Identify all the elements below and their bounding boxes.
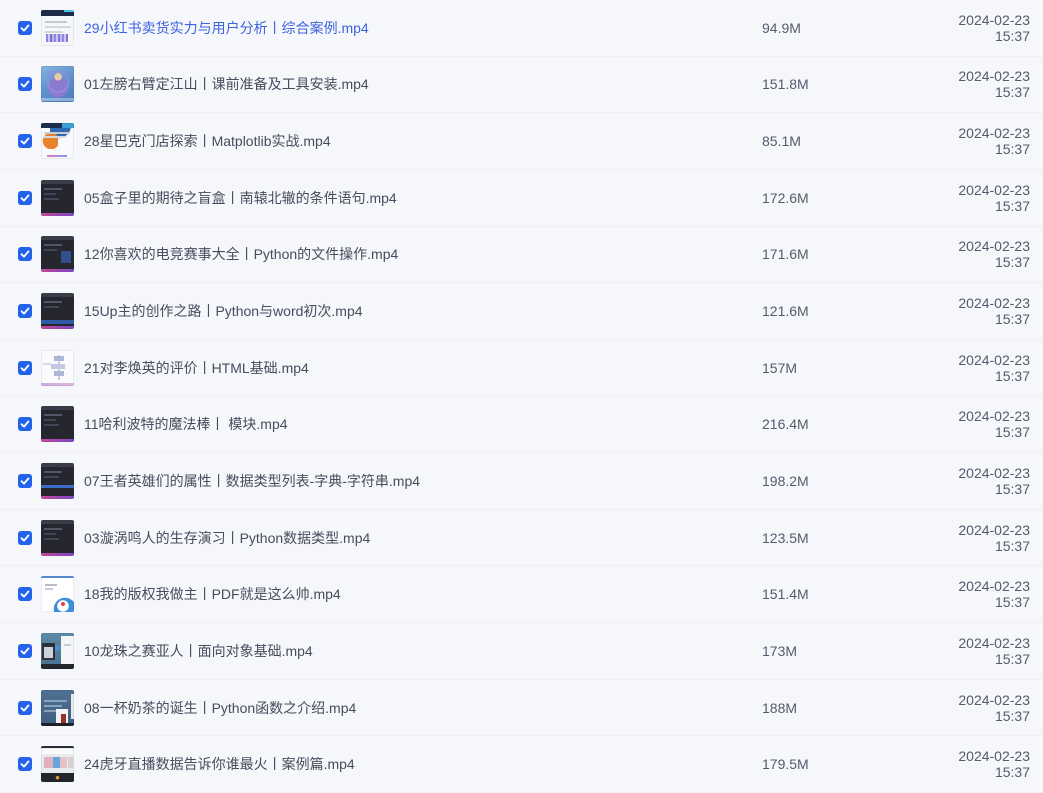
check-icon bbox=[20, 476, 30, 486]
video-thumbnail bbox=[41, 180, 74, 216]
row-checkbox[interactable] bbox=[18, 587, 32, 601]
file-row[interactable]: 15Up主的创作之路丨Python与word初次.mp4 121.6M 2024… bbox=[0, 283, 1043, 340]
row-checkbox[interactable] bbox=[18, 474, 32, 488]
check-icon bbox=[20, 419, 30, 429]
check-icon bbox=[20, 79, 30, 89]
check-icon bbox=[20, 703, 30, 713]
file-row[interactable]: 21对李焕英的评价丨HTML基础.mp4 157M 2024-02-23 15:… bbox=[0, 340, 1043, 397]
row-checkbox[interactable] bbox=[18, 77, 32, 91]
file-size: 188M bbox=[762, 700, 922, 716]
file-row[interactable]: 07王者英雄们的属性丨数据类型列表-字典-字符串.mp4 198.2M 2024… bbox=[0, 453, 1043, 510]
file-size: 157M bbox=[762, 360, 922, 376]
check-icon bbox=[20, 249, 30, 259]
file-name-link[interactable]: 15Up主的创作之路丨Python与word初次.mp4 bbox=[84, 301, 762, 321]
file-name-link[interactable]: 10龙珠之赛亚人丨面向对象基础.mp4 bbox=[84, 641, 762, 661]
row-checkbox[interactable] bbox=[18, 701, 32, 715]
file-date: 2024-02-23 15:37 bbox=[922, 578, 1030, 610]
file-row[interactable]: 18我的版权我做主丨PDF就是这么帅.mp4 151.4M 2024-02-23… bbox=[0, 566, 1043, 623]
file-date: 2024-02-23 15:37 bbox=[922, 748, 1030, 780]
file-name-link[interactable]: 03漩涡鸣人的生存演习丨Python数据类型.mp4 bbox=[84, 528, 762, 548]
row-checkbox[interactable] bbox=[18, 417, 32, 431]
file-name-link[interactable]: 11哈利波特的魔法棒丨 模块.mp4 bbox=[84, 414, 762, 434]
file-list: 29小红书卖货实力与用户分析丨综合案例.mp4 94.9M 2024-02-23… bbox=[0, 0, 1043, 793]
row-checkbox[interactable] bbox=[18, 361, 32, 375]
file-date: 2024-02-23 15:37 bbox=[922, 238, 1030, 270]
video-thumbnail bbox=[41, 576, 74, 612]
file-date: 2024-02-23 15:37 bbox=[922, 635, 1030, 667]
file-date: 2024-02-23 15:37 bbox=[922, 692, 1030, 724]
file-name-link[interactable]: 28星巴克门店探索丨Matplotlib实战.mp4 bbox=[84, 131, 762, 151]
file-size: 151.4M bbox=[762, 586, 922, 602]
file-name-link[interactable]: 07王者英雄们的属性丨数据类型列表-字典-字符串.mp4 bbox=[84, 471, 762, 491]
row-checkbox[interactable] bbox=[18, 531, 32, 545]
file-row[interactable]: 11哈利波特的魔法棒丨 模块.mp4 216.4M 2024-02-23 15:… bbox=[0, 396, 1043, 453]
file-row[interactable]: 03漩涡鸣人的生存演习丨Python数据类型.mp4 123.5M 2024-0… bbox=[0, 510, 1043, 567]
file-size: 172.6M bbox=[762, 190, 922, 206]
row-checkbox[interactable] bbox=[18, 191, 32, 205]
file-size: 216.4M bbox=[762, 416, 922, 432]
video-thumbnail bbox=[41, 123, 74, 159]
file-size: 123.5M bbox=[762, 530, 922, 546]
video-thumbnail bbox=[41, 463, 74, 499]
file-date: 2024-02-23 15:37 bbox=[922, 68, 1030, 100]
file-date: 2024-02-23 15:37 bbox=[922, 12, 1030, 44]
video-thumbnail bbox=[41, 633, 74, 669]
file-row[interactable]: 01左膀右臂定江山丨课前准备及工具安装.mp4 151.8M 2024-02-2… bbox=[0, 57, 1043, 114]
check-icon bbox=[20, 136, 30, 146]
file-name-link[interactable]: 08一杯奶茶的诞生丨Python函数之介绍.mp4 bbox=[84, 698, 762, 718]
file-size: 121.6M bbox=[762, 303, 922, 319]
row-checkbox[interactable] bbox=[18, 247, 32, 261]
check-icon bbox=[20, 193, 30, 203]
file-size: 198.2M bbox=[762, 473, 922, 489]
check-icon bbox=[20, 23, 30, 33]
file-date: 2024-02-23 15:37 bbox=[922, 125, 1030, 157]
file-row[interactable]: 29小红书卖货实力与用户分析丨综合案例.mp4 94.9M 2024-02-23… bbox=[0, 0, 1043, 57]
file-row[interactable]: 08一杯奶茶的诞生丨Python函数之介绍.mp4 188M 2024-02-2… bbox=[0, 680, 1043, 737]
file-date: 2024-02-23 15:37 bbox=[922, 522, 1030, 554]
row-checkbox[interactable] bbox=[18, 21, 32, 35]
file-date: 2024-02-23 15:37 bbox=[922, 352, 1030, 384]
file-size: 179.5M bbox=[762, 756, 922, 772]
file-row[interactable]: 28星巴克门店探索丨Matplotlib实战.mp4 85.1M 2024-02… bbox=[0, 113, 1043, 170]
file-row[interactable]: 24虎牙直播数据告诉你谁最火丨案例篇.mp4 179.5M 2024-02-23… bbox=[0, 736, 1043, 793]
file-date: 2024-02-23 15:37 bbox=[922, 295, 1030, 327]
file-row[interactable]: 12你喜欢的电竞赛事大全丨Python的文件操作.mp4 171.6M 2024… bbox=[0, 227, 1043, 284]
video-thumbnail bbox=[41, 236, 74, 272]
file-date: 2024-02-23 15:37 bbox=[922, 408, 1030, 440]
file-date: 2024-02-23 15:37 bbox=[922, 182, 1030, 214]
file-name-link[interactable]: 12你喜欢的电竞赛事大全丨Python的文件操作.mp4 bbox=[84, 244, 762, 264]
file-name-link[interactable]: 05盒子里的期待之盲盒丨南辕北辙的条件语句.mp4 bbox=[84, 188, 762, 208]
file-name-link[interactable]: 29小红书卖货实力与用户分析丨综合案例.mp4 bbox=[84, 18, 762, 38]
row-checkbox[interactable] bbox=[18, 644, 32, 658]
file-name-link[interactable]: 18我的版权我做主丨PDF就是这么帅.mp4 bbox=[84, 584, 762, 604]
file-name-link[interactable]: 01左膀右臂定江山丨课前准备及工具安装.mp4 bbox=[84, 74, 762, 94]
file-size: 171.6M bbox=[762, 246, 922, 262]
video-thumbnail bbox=[41, 406, 74, 442]
video-thumbnail bbox=[41, 10, 74, 46]
file-name-link[interactable]: 24虎牙直播数据告诉你谁最火丨案例篇.mp4 bbox=[84, 754, 762, 774]
row-checkbox[interactable] bbox=[18, 757, 32, 771]
file-size: 151.8M bbox=[762, 76, 922, 92]
file-row[interactable]: 10龙珠之赛亚人丨面向对象基础.mp4 173M 2024-02-23 15:3… bbox=[0, 623, 1043, 680]
video-thumbnail bbox=[41, 66, 74, 102]
video-thumbnail bbox=[41, 350, 74, 386]
file-name-link[interactable]: 21对李焕英的评价丨HTML基础.mp4 bbox=[84, 358, 762, 378]
video-thumbnail bbox=[41, 746, 74, 782]
file-size: 85.1M bbox=[762, 133, 922, 149]
check-icon bbox=[20, 759, 30, 769]
row-checkbox[interactable] bbox=[18, 134, 32, 148]
video-thumbnail bbox=[41, 690, 74, 726]
file-size: 94.9M bbox=[762, 20, 922, 36]
video-thumbnail bbox=[41, 520, 74, 556]
row-checkbox[interactable] bbox=[18, 304, 32, 318]
video-thumbnail bbox=[41, 293, 74, 329]
check-icon bbox=[20, 589, 30, 599]
file-row[interactable]: 05盒子里的期待之盲盒丨南辕北辙的条件语句.mp4 172.6M 2024-02… bbox=[0, 170, 1043, 227]
check-icon bbox=[20, 306, 30, 316]
check-icon bbox=[20, 646, 30, 656]
file-size: 173M bbox=[762, 643, 922, 659]
check-icon bbox=[20, 363, 30, 373]
check-icon bbox=[20, 533, 30, 543]
file-date: 2024-02-23 15:37 bbox=[922, 465, 1030, 497]
